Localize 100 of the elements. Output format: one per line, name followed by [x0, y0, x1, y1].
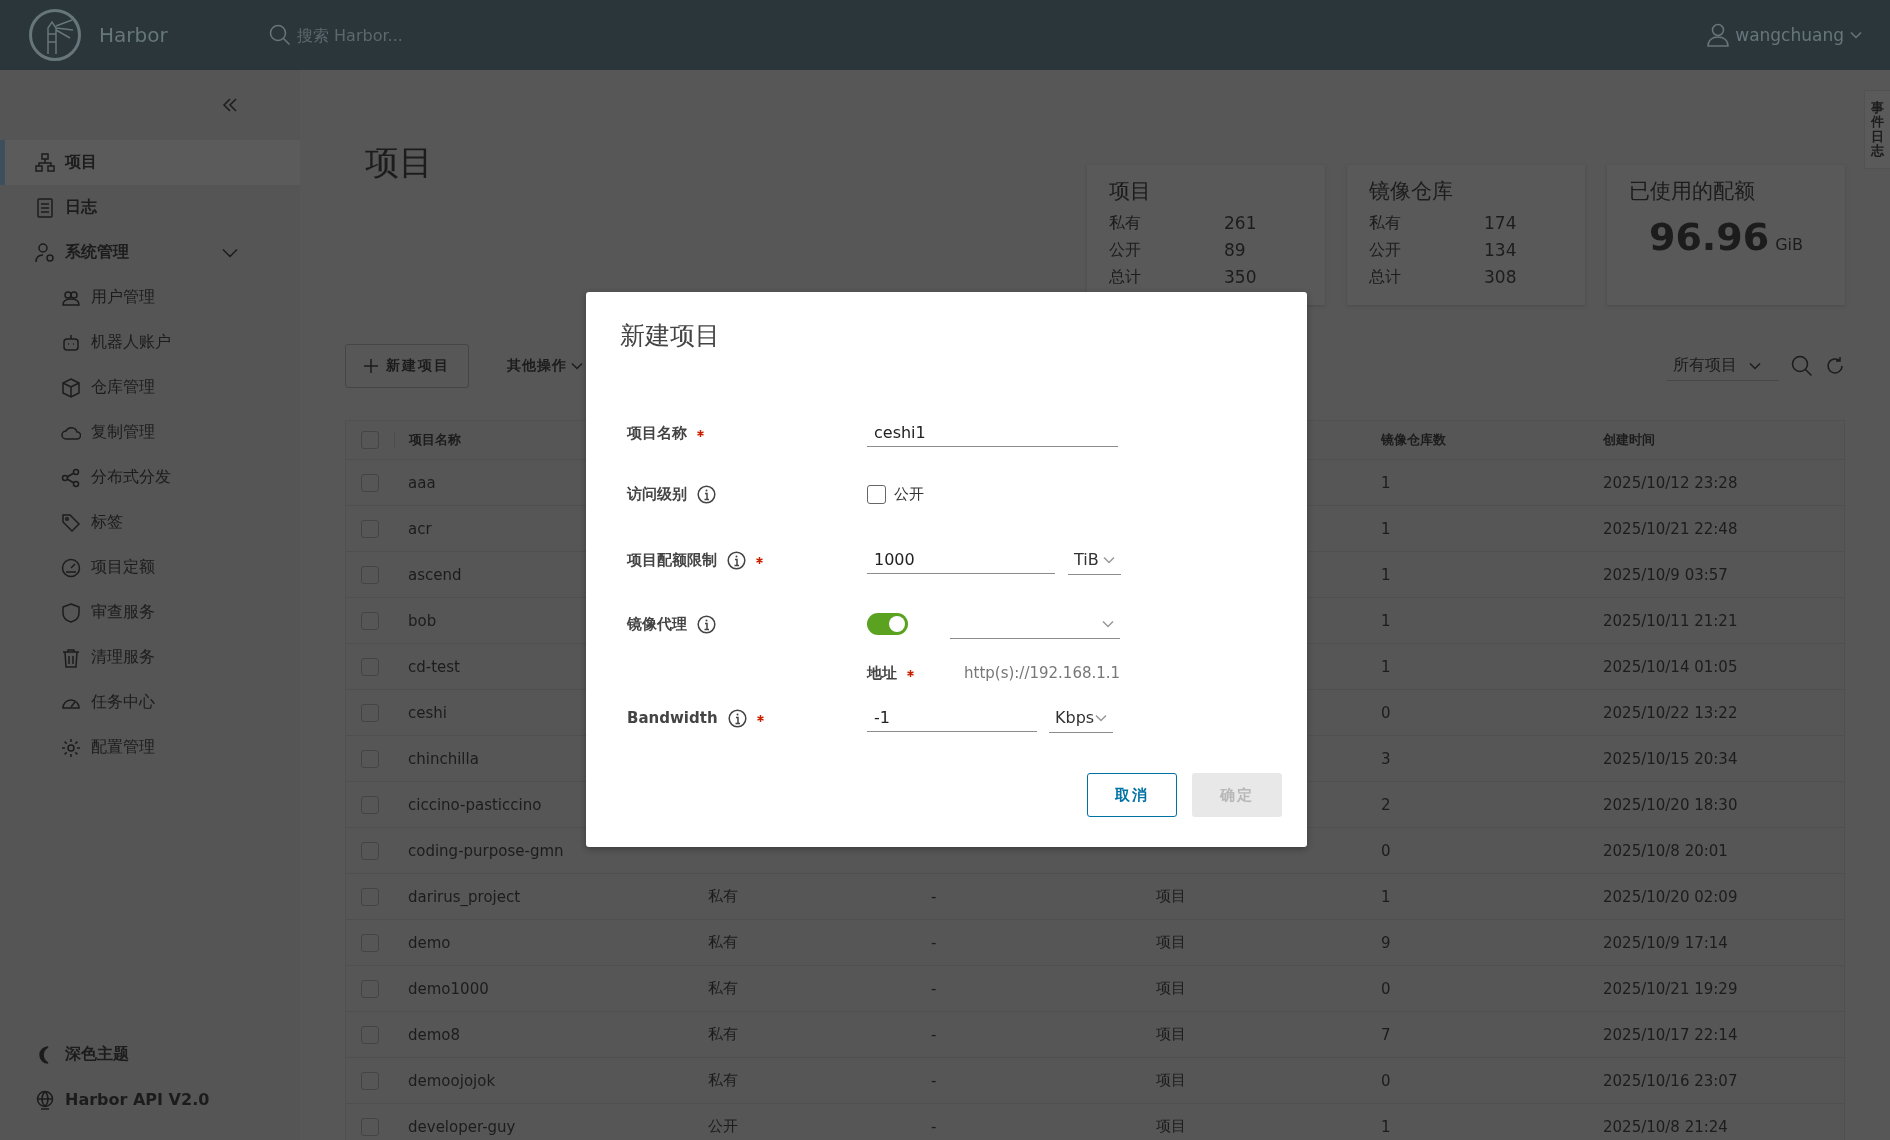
sidebar-item[interactable]: 复制管理	[0, 410, 300, 455]
stat-label: 私有	[1109, 213, 1142, 234]
plus-icon	[364, 359, 378, 373]
sidebar-item[interactable]: 系统管理	[0, 230, 300, 275]
trash-icon	[61, 647, 81, 668]
gauge-icon	[61, 557, 81, 578]
table-cell-text: 3	[1380, 749, 1392, 768]
quota-unit: GiB	[1775, 235, 1803, 254]
sidebar-item[interactable]: 机器人账户	[0, 320, 300, 365]
card-title: 已使用的配额	[1629, 178, 1756, 205]
stat-value: 261	[1224, 213, 1258, 234]
table-cell-text: 私有	[707, 933, 739, 952]
field-label: Bandwidth	[627, 709, 718, 727]
card-title: 项目	[1109, 178, 1152, 205]
sitemap-icon	[35, 152, 55, 173]
stat-label: 公开	[1109, 240, 1142, 261]
table-cell-text: 0	[1380, 841, 1392, 860]
table-cell-text: -	[930, 1117, 938, 1136]
stat-value: 350	[1224, 267, 1258, 288]
table-cell-text: -	[930, 1071, 938, 1090]
table-cell-text: 0	[1380, 703, 1392, 722]
field-label: 访问级别	[627, 484, 687, 504]
unit-dropdown[interactable]: Kbps	[1049, 703, 1113, 733]
harbor-logo-icon	[28, 8, 82, 62]
user-gear-icon	[35, 242, 55, 263]
sidebar-item[interactable]: 任务中心	[0, 680, 300, 725]
sidebar-item[interactable]: 日志	[0, 185, 300, 230]
stat-label: 公开	[1369, 240, 1402, 261]
caret-icon	[1749, 361, 1761, 370]
table-cell-text: 2025/10/22 13:22	[1602, 703, 1739, 722]
table-cell-text: 2025/10/14 01:05	[1602, 657, 1739, 676]
stat-value: 89	[1224, 240, 1247, 261]
new-project-button[interactable]: 新建项目	[345, 344, 469, 388]
table-cell-text: 2025/10/9 03:57	[1602, 565, 1729, 584]
table-cell-text: 1	[1380, 611, 1392, 630]
table-cell-text: 2025/10/20 02:09	[1602, 887, 1739, 906]
tag-icon	[61, 512, 81, 533]
stat-label: 总计	[1369, 267, 1402, 288]
project-link[interactable]: demoojojok	[394, 1071, 694, 1090]
card-title: 镜像仓库	[1369, 178, 1454, 205]
table-cell-text: 1	[1380, 657, 1392, 676]
project-link[interactable]: coding-purpose-gmn	[394, 841, 694, 860]
sidebar-item[interactable]: 审查服务	[0, 590, 300, 635]
field-label: 地址	[867, 663, 897, 683]
project-link[interactable]: developer-guy	[394, 1117, 694, 1136]
table-cell-text: 1	[1380, 887, 1392, 906]
gear-icon	[61, 737, 81, 758]
unit-dropdown[interactable]: TiB	[1068, 545, 1121, 575]
table-cell-text: 1	[1380, 565, 1392, 584]
stat-value: 174	[1484, 213, 1518, 234]
table-cell-text: 私有	[707, 1071, 739, 1090]
sidebar-link[interactable]: 深色主题	[0, 1032, 300, 1077]
sidebar-item[interactable]: 分布式分发	[0, 455, 300, 500]
column-header[interactable]: 镜像仓库数	[1367, 431, 1589, 449]
globe-icon	[35, 1089, 55, 1110]
brand-name: Harbor	[99, 23, 169, 47]
document-icon	[35, 197, 55, 218]
cancel-button[interactable]: 取消	[1087, 773, 1177, 817]
table-cell-text: 1	[1380, 519, 1392, 538]
stat-label: 总计	[1109, 267, 1142, 288]
table-cell-text: 2025/10/8 21:24	[1602, 1117, 1729, 1136]
user-icon	[1707, 23, 1730, 47]
search-icon	[269, 24, 291, 46]
user-menu[interactable]: wangchuang	[1735, 25, 1844, 45]
table-cell-text: 1	[1380, 473, 1392, 492]
sidebar-item[interactable]: 仓库管理	[0, 365, 300, 410]
public-checkbox[interactable]	[867, 484, 886, 504]
table-cell-text: 2025/10/20 18:30	[1602, 795, 1739, 814]
table-cell-text: -	[930, 1025, 938, 1044]
share-icon	[61, 467, 81, 488]
table-cell-text: 公开	[707, 1117, 739, 1136]
table-cell-text: 2025/10/8 20:01	[1602, 841, 1729, 860]
sidebar-item[interactable]: 用户管理	[0, 275, 300, 320]
project-link[interactable]: demo	[394, 933, 694, 952]
collapse-icon	[222, 97, 238, 113]
table-cell-text: 2025/10/11 21:21	[1602, 611, 1739, 630]
sidebar-link[interactable]: Harbor API V2.0	[0, 1077, 300, 1122]
dialog-title: 新建项目	[620, 320, 721, 352]
stat-value: 308	[1484, 267, 1518, 288]
robot-icon	[61, 332, 81, 353]
shield-icon	[61, 602, 81, 623]
caret-icon	[571, 362, 583, 370]
proxy-toggle[interactable]	[867, 613, 908, 635]
more-actions-button[interactable]: 其他操作	[501, 356, 589, 376]
project-link[interactable]: demo8	[394, 1025, 694, 1044]
sidebar-item[interactable]: 标签	[0, 500, 300, 545]
stat-label: 私有	[1369, 213, 1402, 234]
column-header[interactable]: 创建时间	[1589, 431, 1844, 449]
table-cell-text: 私有	[707, 979, 739, 998]
table-cell-text: 2025/10/21 19:29	[1602, 979, 1739, 998]
refresh-icon	[1825, 356, 1845, 376]
sidebar-item[interactable]: 项目	[0, 140, 300, 185]
project-link[interactable]: darirus_project	[394, 887, 694, 906]
table-cell-text: 2025/10/15 20:34	[1602, 749, 1739, 768]
sidebar-item[interactable]: 清理服务	[0, 635, 300, 680]
table-cell-text: 2025/10/21 22:48	[1602, 519, 1739, 538]
project-link[interactable]: demo1000	[394, 979, 694, 998]
table-cell-text: -	[930, 933, 938, 952]
table-cell-text: 私有	[707, 1025, 739, 1044]
table-cell-text: 1	[1380, 1117, 1392, 1136]
